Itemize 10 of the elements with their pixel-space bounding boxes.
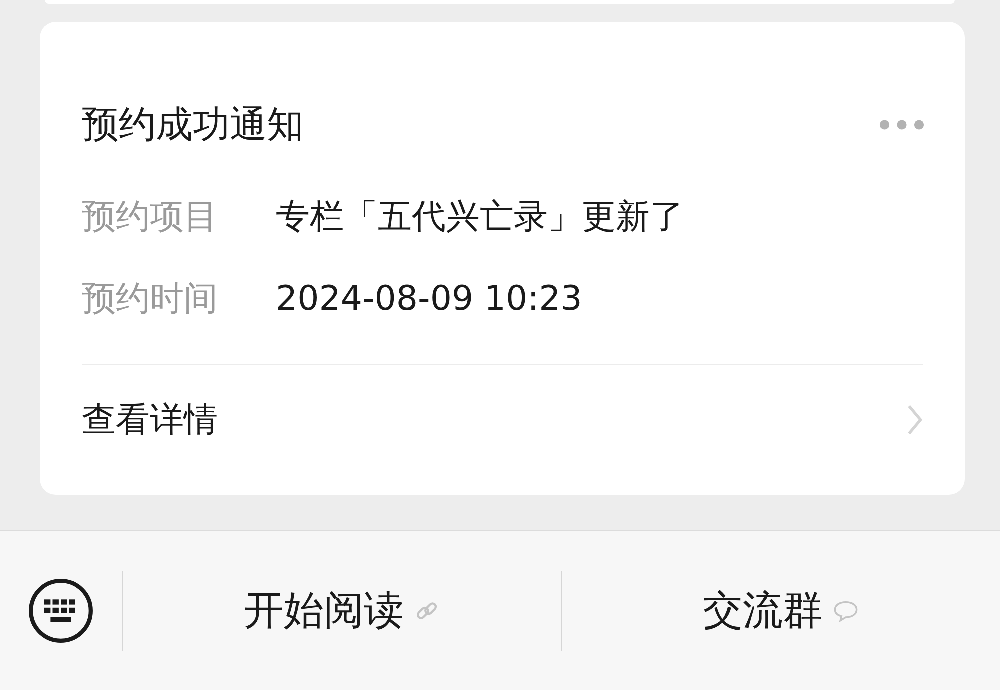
field-label: 预约项目: [82, 196, 219, 239]
details-link[interactable]: 查看详情: [82, 365, 923, 475]
card-title: 预约成功通知: [82, 102, 304, 148]
field-label: 预约时间: [82, 278, 219, 321]
field-value: 专栏「五代兴亡录」更新了: [276, 196, 684, 239]
chevron-icon: [907, 404, 923, 436]
keyboard-icon[interactable]: [28, 578, 94, 644]
field-value: 2024-08-09 10:23: [276, 278, 582, 321]
menu-button[interactable]: 交流群: [703, 583, 859, 638]
menu-button[interactable]: 开始阅读: [244, 583, 440, 638]
